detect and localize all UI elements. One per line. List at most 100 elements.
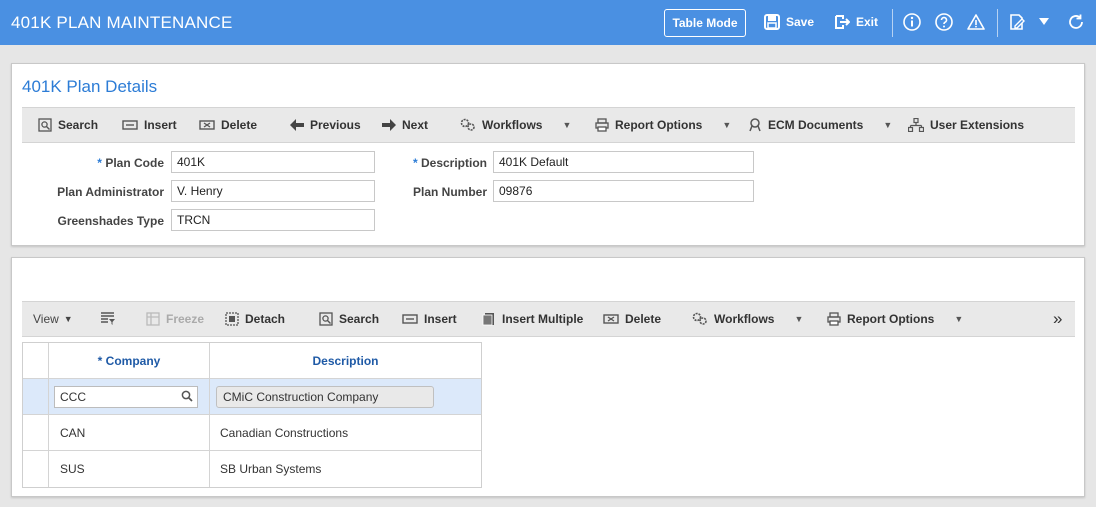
- exit-label: Exit: [856, 15, 879, 29]
- toolbar-divider: [892, 9, 893, 37]
- freeze-icon: [146, 312, 160, 326]
- arrow-left-icon: [290, 119, 304, 131]
- company-value: CCC: [60, 389, 86, 404]
- greenshades-type-label: Greenshades Type: [57, 214, 165, 228]
- filter-columns-icon: [101, 312, 115, 325]
- chevron-down-icon: ▼: [722, 120, 732, 130]
- chevron-down-icon: ▼: [883, 120, 893, 130]
- plan-administrator-field[interactable]: V. Henry: [171, 180, 375, 202]
- detach-icon: [225, 312, 239, 326]
- column-filter-button[interactable]: [100, 312, 116, 326]
- row-selector[interactable]: [23, 379, 49, 414]
- warning-icon[interactable]: [966, 12, 986, 32]
- workflows-menu[interactable]: Workflows ▼: [460, 118, 571, 132]
- plan-details-panel: 401K Plan Details Search Insert Delete P…: [11, 63, 1085, 246]
- gears-icon: [460, 118, 475, 131]
- column-header-description[interactable]: Description: [210, 343, 481, 378]
- insert-multiple-label: Insert Multiple: [502, 312, 584, 326]
- view-label: View: [33, 312, 59, 326]
- description-field[interactable]: 401K Default: [493, 151, 754, 173]
- previous-button[interactable]: Previous: [290, 118, 361, 132]
- insert-label: Insert: [144, 118, 177, 132]
- company-lov-input[interactable]: CCC: [54, 385, 198, 408]
- row-selector[interactable]: [23, 415, 49, 450]
- delete-label: Delete: [625, 312, 662, 326]
- search-label: Search: [58, 118, 99, 132]
- plan-number-label: Plan Number: [412, 185, 487, 199]
- ecm-icon: [749, 118, 761, 132]
- next-button[interactable]: Next: [382, 118, 428, 132]
- info-icon[interactable]: [902, 12, 922, 32]
- description-cell[interactable]: SB Urban Systems: [210, 451, 481, 487]
- printer-icon: [595, 118, 609, 132]
- freeze-button[interactable]: Freeze: [146, 312, 204, 326]
- save-button[interactable]: Save: [764, 14, 814, 30]
- search-icon[interactable]: [181, 390, 193, 402]
- grid-workflows-menu[interactable]: Workflows ▼: [692, 312, 803, 326]
- plan-administrator-label: Plan Administrator: [57, 185, 164, 199]
- description-readonly-field: CMiC Construction Company: [216, 385, 434, 408]
- insert-icon: [122, 120, 138, 130]
- delete-icon: [199, 120, 215, 130]
- detach-button[interactable]: Detach: [225, 312, 285, 326]
- insert-label: Insert: [424, 312, 457, 326]
- company-grid-panel: View ▼ Freeze Detach Search Insert Inser…: [11, 257, 1085, 497]
- freeze-label: Freeze: [166, 312, 205, 326]
- insert-multiple-button[interactable]: Insert Multiple: [482, 312, 583, 326]
- previous-label: Previous: [310, 118, 361, 132]
- help-icon[interactable]: [934, 12, 954, 32]
- details-toolbar: Search Insert Delete Previous Next Workf…: [22, 107, 1075, 143]
- search-icon: [38, 118, 52, 132]
- report-options-menu[interactable]: Report Options ▼: [595, 118, 731, 132]
- plan-code-label: * Plan Code: [97, 156, 164, 170]
- arrow-right-icon: [382, 119, 396, 131]
- save-icon: [764, 14, 780, 30]
- ecm-documents-menu[interactable]: ECM Documents ▼: [748, 118, 892, 132]
- chevron-down-icon: ▼: [562, 120, 572, 130]
- grid-toolbar: View ▼ Freeze Detach Search Insert Inser…: [22, 301, 1075, 337]
- chevron-down-icon[interactable]: [1034, 12, 1054, 32]
- workflows-label: Workflows: [714, 312, 775, 326]
- panel-title: 401K Plan Details: [22, 77, 158, 96]
- description-cell: CMiC Construction Company: [210, 379, 481, 414]
- greenshades-type-field[interactable]: TRCN: [171, 209, 375, 231]
- view-menu[interactable]: View ▼: [33, 312, 73, 326]
- plan-code-field[interactable]: 401K: [171, 151, 375, 173]
- delete-button[interactable]: Delete: [199, 118, 257, 132]
- save-label: Save: [786, 15, 815, 29]
- table-row[interactable]: SUS SB Urban Systems: [23, 451, 481, 487]
- column-header-company[interactable]: * Company: [49, 343, 210, 378]
- search-button[interactable]: Search: [38, 118, 98, 132]
- insert-button[interactable]: Insert: [122, 118, 177, 132]
- chevron-down-icon: ▼: [954, 314, 964, 324]
- report-options-label: Report Options: [847, 312, 935, 326]
- exit-button[interactable]: Exit: [834, 14, 878, 30]
- grid-delete-button[interactable]: Delete: [603, 312, 661, 326]
- printer-icon: [827, 312, 841, 326]
- user-extensions-button[interactable]: User Extensions: [908, 118, 1024, 132]
- grid-insert-button[interactable]: Insert: [402, 312, 457, 326]
- table-mode-button[interactable]: Table Mode: [664, 9, 746, 37]
- company-cell[interactable]: SUS: [49, 451, 210, 487]
- description-cell[interactable]: Canadian Constructions: [210, 415, 481, 450]
- toolbar-divider: [997, 9, 998, 37]
- grid-report-options-menu[interactable]: Report Options ▼: [827, 312, 963, 326]
- title-bar: 401K PLAN MAINTENANCE Table Mode Save Ex…: [0, 0, 1096, 45]
- row-selector[interactable]: [23, 451, 49, 487]
- delete-icon: [603, 314, 619, 324]
- app-title: 401K PLAN MAINTENANCE: [11, 13, 233, 32]
- plan-number-field[interactable]: 09876: [493, 180, 754, 202]
- company-table: * Company Description CCC CMiC Construct…: [22, 342, 482, 488]
- description-label: * Description: [412, 156, 487, 170]
- edit-icon[interactable]: [1007, 12, 1027, 32]
- table-row[interactable]: CAN Canadian Constructions: [23, 415, 481, 451]
- user-extensions-label: User Extensions: [930, 118, 1025, 132]
- delete-label: Delete: [221, 118, 258, 132]
- grid-search-button[interactable]: Search: [319, 312, 379, 326]
- more-tools-button[interactable]: »: [1053, 309, 1062, 329]
- refresh-icon[interactable]: [1066, 12, 1086, 32]
- ecm-documents-label: ECM Documents: [768, 118, 864, 132]
- table-row[interactable]: CCC CMiC Construction Company: [23, 379, 481, 415]
- company-cell[interactable]: CAN: [49, 415, 210, 450]
- exit-icon: [835, 15, 850, 29]
